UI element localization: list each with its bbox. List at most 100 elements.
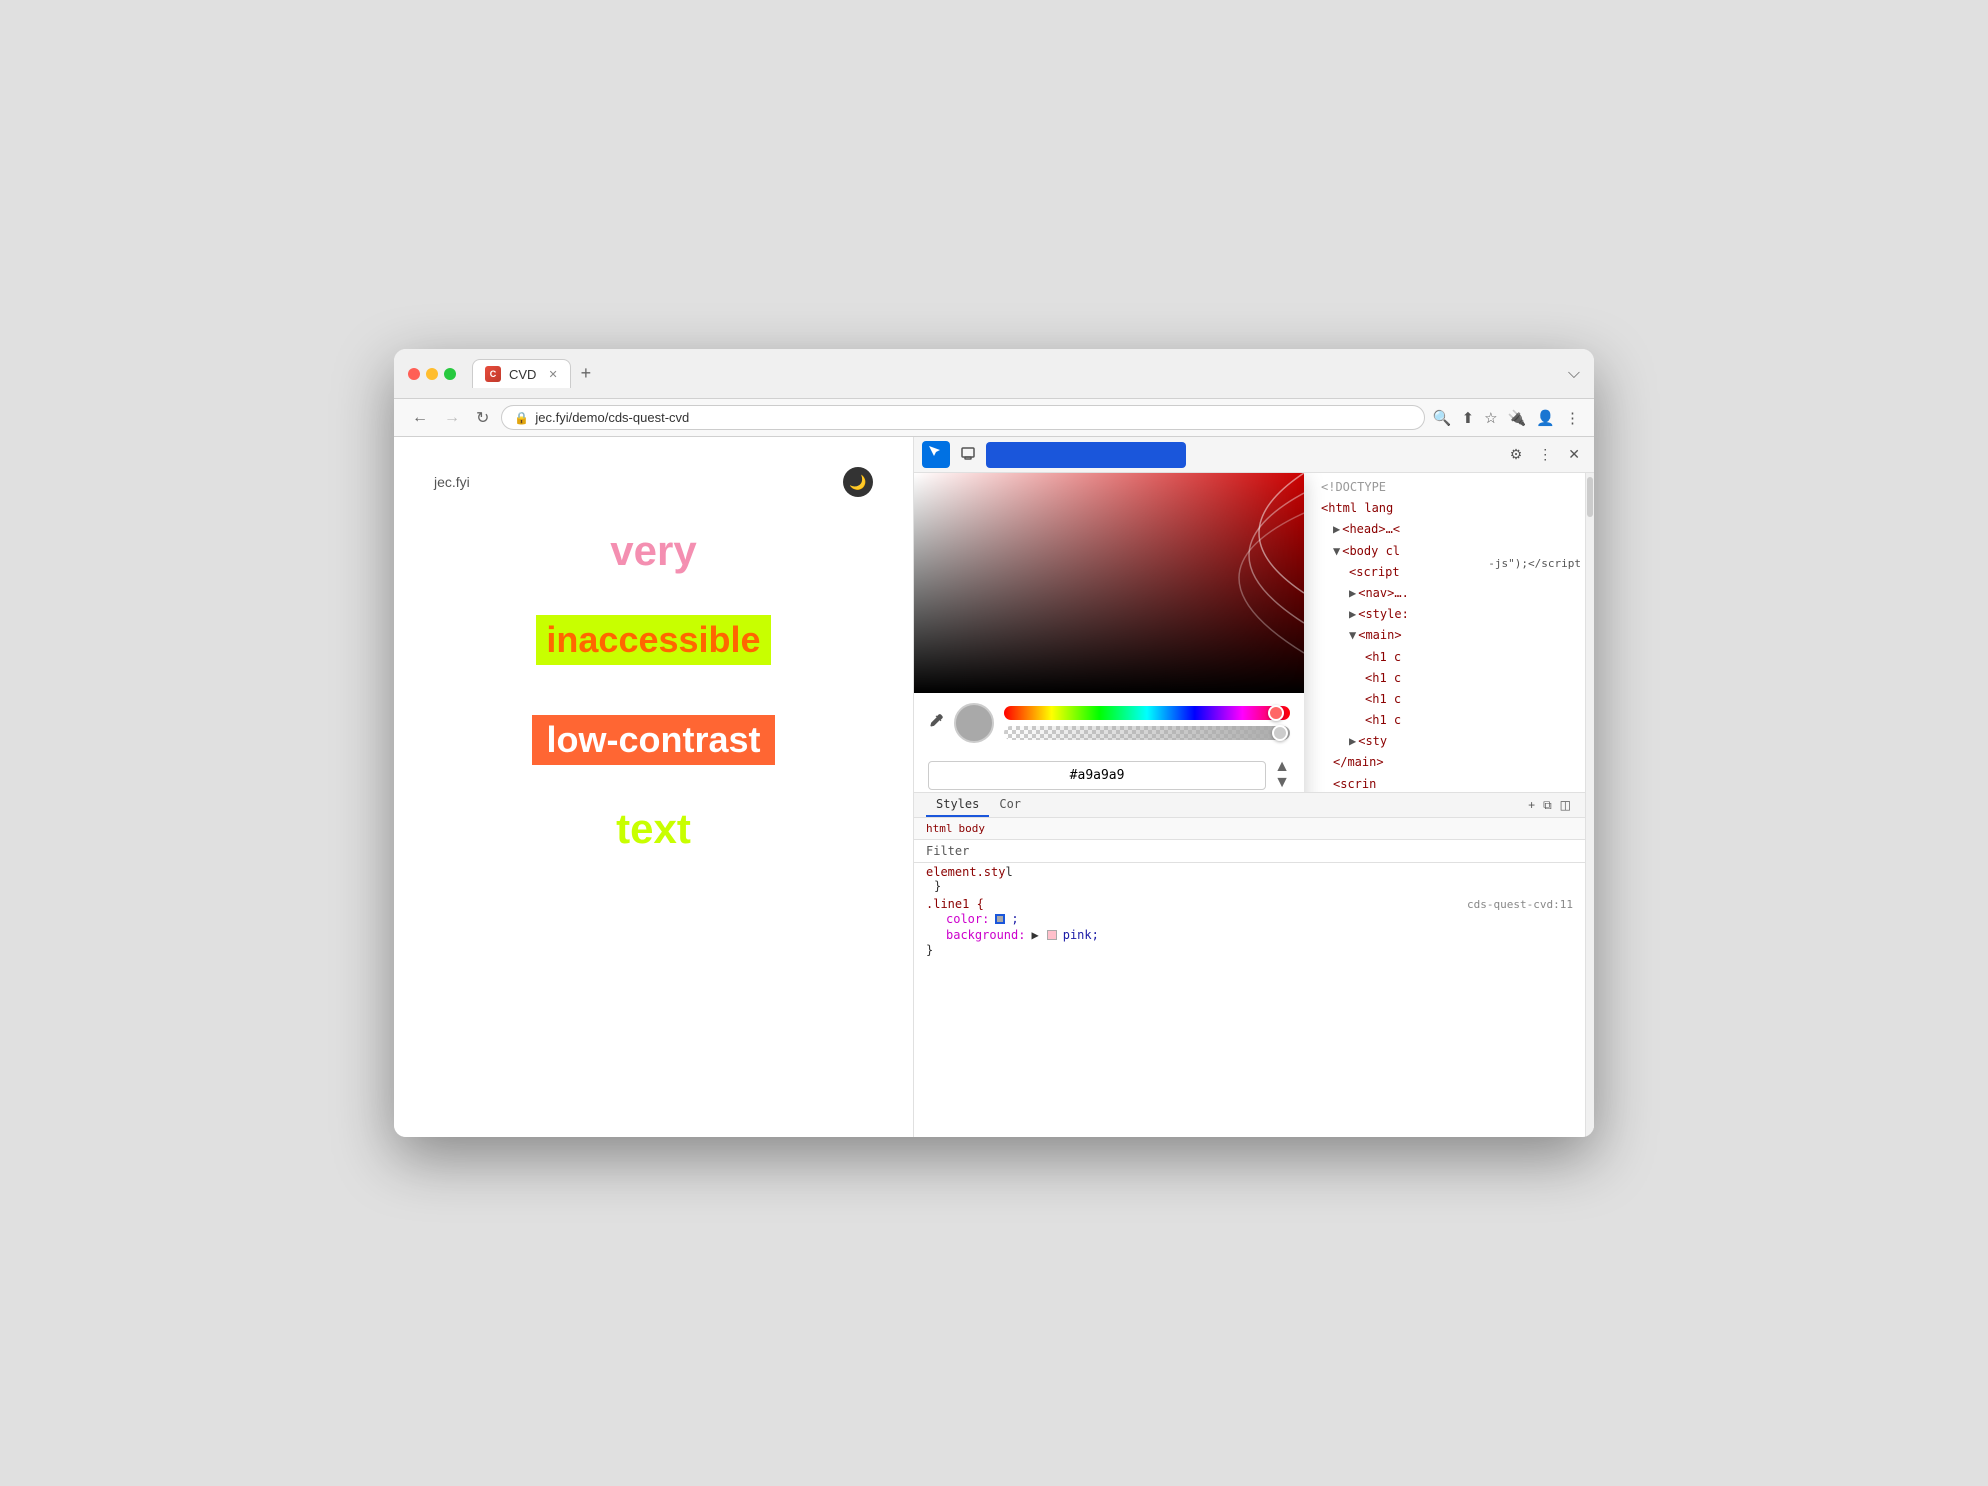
devtools-panel: ⚙ ⋮ ✕: [914, 437, 1594, 1137]
dark-mode-toggle[interactable]: 🌙: [843, 467, 873, 497]
maximize-button[interactable]: [444, 368, 456, 380]
page-header: jec.fyi 🌙: [434, 467, 873, 497]
breadcrumb-body[interactable]: body: [959, 822, 986, 835]
html-line: ▶<nav>….: [1309, 583, 1585, 604]
background-triangle: ▶: [1031, 928, 1038, 942]
reload-button[interactable]: ↻: [472, 406, 493, 430]
extensions-icon[interactable]: 🔌: [1508, 409, 1527, 427]
tab-favicon-icon: C: [485, 366, 501, 382]
filter-row: Filter: [914, 840, 1585, 863]
html-panel: ▲▼ HEX Contrast ratio 1.52 ⊘: [914, 473, 1585, 793]
lock-icon: 🔒: [514, 411, 529, 425]
profile-icon[interactable]: 👤: [1536, 409, 1555, 427]
tab-styles[interactable]: Styles: [926, 793, 989, 817]
html-line: </main>: [1309, 752, 1585, 773]
color-swatch-selected[interactable]: [995, 914, 1005, 924]
minimize-button[interactable]: [426, 368, 438, 380]
html-line: ▶<style:: [1309, 604, 1585, 625]
tab-close-icon[interactable]: ✕: [548, 368, 557, 381]
forward-button[interactable]: →: [440, 407, 464, 429]
css-row-color: color: ;: [926, 911, 1573, 927]
responsive-mode-button[interactable]: [954, 441, 982, 468]
format-toggle-button[interactable]: ▲▼: [1274, 759, 1290, 791]
html-line: <h1 c: [1309, 647, 1585, 668]
hex-input[interactable]: [928, 761, 1266, 790]
css-selector-line1: .line1 {: [926, 897, 984, 911]
traffic-lights: [408, 368, 456, 380]
html-line: ▼<main>: [1309, 625, 1585, 646]
sliders-area: [1004, 706, 1290, 740]
add-rule-button[interactable]: +: [1526, 793, 1537, 817]
html-line: <scrin: [1309, 774, 1585, 793]
styles-toolbar-icons: + ⧉ ◫: [1526, 793, 1573, 817]
filter-input[interactable]: [975, 844, 1573, 858]
devtools-toolbar: ⚙ ⋮ ✕: [914, 437, 1594, 473]
alpha-thumb[interactable]: [1272, 725, 1288, 741]
url-text: jec.fyi/demo/cds-quest-cvd: [535, 410, 1412, 425]
site-name: jec.fyi: [434, 474, 470, 490]
settings-icon[interactable]: ⚙: [1504, 442, 1529, 467]
hex-input-row: ▲▼: [914, 753, 1304, 793]
html-overflow-text: -js");</script: [1488, 557, 1581, 570]
breadcrumb-bar: html body: [914, 818, 1585, 840]
back-button[interactable]: ←: [408, 407, 432, 429]
bookmark-icon[interactable]: ☆: [1484, 409, 1497, 427]
inspector-tool-button[interactable]: [922, 441, 950, 468]
mac-window: C CVD ✕ + ⌵ ← → ↻ 🔒 jec.fyi/demo/cds-que…: [394, 349, 1594, 1137]
browser-tab-cvd[interactable]: C CVD ✕: [472, 359, 571, 388]
styles-tabs: Styles Cor + ⧉ ◫: [914, 793, 1585, 818]
filter-label: Filter: [926, 844, 969, 858]
html-line: <h1 c: [1309, 710, 1585, 731]
new-tab-button[interactable]: +: [575, 363, 598, 384]
css-prop-background: background:: [946, 928, 1025, 942]
demo-text-very: very: [434, 527, 873, 575]
search-icon[interactable]: 🔍: [1433, 409, 1452, 427]
close-button[interactable]: [408, 368, 420, 380]
address-bar[interactable]: 🔒 jec.fyi/demo/cds-quest-cvd: [501, 405, 1425, 430]
styles-panel: Styles Cor + ⧉ ◫ html body: [914, 793, 1585, 1137]
close-devtools-button[interactable]: ✕: [1562, 442, 1586, 467]
breadcrumb-html[interactable]: html: [926, 822, 953, 835]
scrollbar-thumb[interactable]: [1587, 477, 1593, 517]
background-swatch[interactable]: [1047, 930, 1057, 940]
demo-text-inaccessible: inaccessible: [536, 615, 770, 665]
html-right-overflow: -js");</script: [1484, 553, 1585, 574]
hue-thumb[interactable]: [1268, 705, 1284, 721]
demo-text-text: text: [434, 805, 873, 853]
html-line: <h1 c: [1309, 689, 1585, 710]
devtools-left-col: ▲▼ HEX Contrast ratio 1.52 ⊘: [914, 473, 1586, 1137]
tab-list-icon[interactable]: ⌵: [1568, 365, 1580, 383]
color-preview-circle: [954, 703, 994, 743]
page-area: jec.fyi 🌙 very inaccessible low-contrast…: [394, 437, 914, 1137]
copy-styles-button[interactable]: ⧉: [1541, 793, 1554, 817]
devtools-main: ▲▼ HEX Contrast ratio 1.52 ⊘: [914, 473, 1594, 1137]
html-line: ▶<sty: [1309, 731, 1585, 752]
addressbar: ← → ↻ 🔒 jec.fyi/demo/cds-quest-cvd 🔍 ⬆ ☆…: [394, 399, 1594, 437]
css-row-background: background: ▶ pink;: [926, 927, 1573, 943]
eyedropper-button[interactable]: [928, 713, 944, 734]
more-options-icon[interactable]: ⋮: [1532, 442, 1558, 467]
css-selector-element: element.sty: [926, 865, 1005, 879]
tab-cor[interactable]: Cor: [989, 793, 1031, 817]
css-rule-element: element.styl }: [914, 863, 1585, 895]
alpha-slider[interactable]: [1004, 726, 1290, 740]
titlebar: C CVD ✕ + ⌵: [394, 349, 1594, 399]
nav-icons: 🔍 ⬆ ☆ 🔌 👤 ⋮: [1433, 409, 1580, 427]
html-line: <h1 c: [1309, 668, 1585, 689]
color-picker-panel: ▲▼ HEX Contrast ratio 1.52 ⊘: [914, 473, 1304, 793]
html-line: <!DOCTYPE: [1309, 477, 1585, 498]
color-gradient[interactable]: [914, 473, 1304, 693]
tab-title: CVD: [509, 367, 536, 382]
devtools-scrollbar[interactable]: [1586, 473, 1594, 1137]
menu-icon[interactable]: ⋮: [1565, 409, 1580, 427]
css-prop-color: color:: [946, 912, 989, 926]
picker-controls: [914, 693, 1304, 753]
toggle-sidebar-button[interactable]: ◫: [1558, 793, 1573, 817]
css-rule-line1: .line1 { cds-quest-cvd:11 color: ; backg…: [914, 895, 1585, 959]
browser-content: jec.fyi 🌙 very inaccessible low-contrast…: [394, 437, 1594, 1137]
tab-bar: C CVD ✕ + ⌵: [472, 359, 1580, 388]
html-line: ▶<head>…<: [1309, 519, 1585, 540]
hue-slider[interactable]: [1004, 706, 1290, 720]
css-value-background: pink;: [1063, 928, 1099, 942]
share-icon[interactable]: ⬆: [1462, 409, 1475, 427]
